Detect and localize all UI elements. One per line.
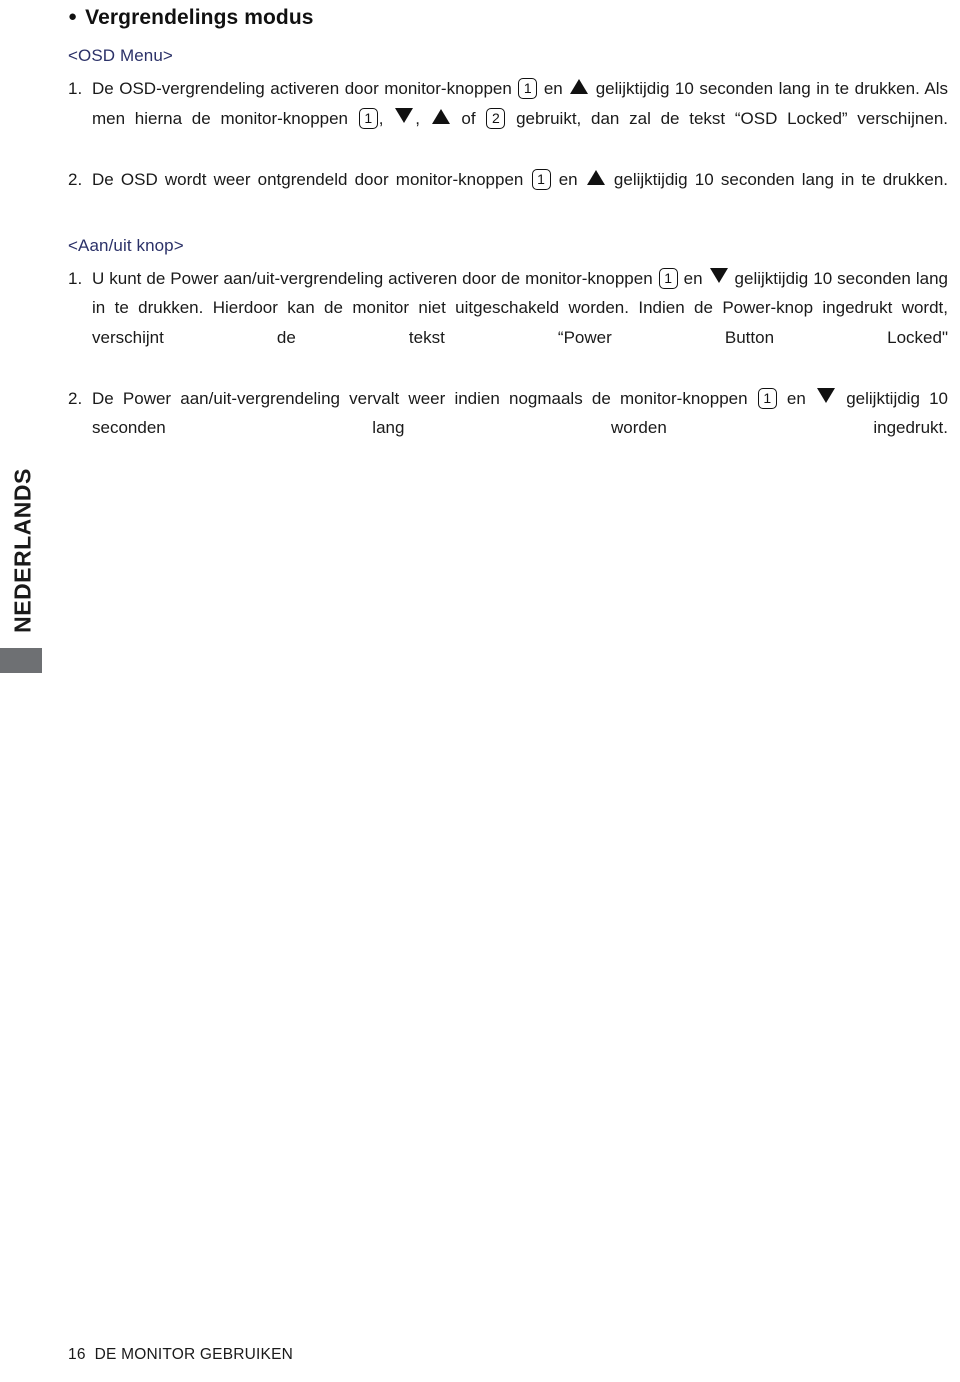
list-item-number: 2.	[68, 169, 83, 189]
list-item-number: 2.	[68, 388, 83, 408]
section-tab-marker	[0, 648, 42, 673]
text-run: De OSD-vergrendeling activeren door moni…	[92, 79, 518, 98]
triangle-up-icon	[570, 79, 589, 94]
instruction-list: 1. De OSD-vergrendeling activeren door mo…	[68, 74, 948, 224]
list-item-text: De Power aan/uit-vergrendeling vervalt w…	[92, 384, 948, 473]
list-item-number: 1.	[68, 79, 83, 98]
page-title-text: Vergrendelings modus	[85, 6, 314, 29]
monitor-button-2-icon: 2	[486, 107, 506, 129]
triangle-down-icon	[817, 387, 836, 403]
text-run: De OSD wordt weer ontgrendeld door monit…	[92, 169, 531, 189]
page-content: ● Vergrendelings modus <OSD Menu> 1. De OS…	[68, 4, 948, 474]
section-heading: <OSD Menu>	[68, 46, 173, 65]
text-run: U kunt de Power aan/uit-vergrendeling ac…	[92, 268, 658, 288]
language-tab-label: NEDERLANDS	[9, 468, 36, 633]
list-item: 1. De OSD-vergrendeling activeren door mo…	[68, 74, 948, 163]
list-item: 2. De OSD wordt weer ontgrendeld door mon…	[68, 165, 948, 224]
monitor-button-1-icon: 1	[531, 168, 551, 190]
monitor-button-1-icon: 1	[757, 387, 777, 409]
text-run: en	[678, 268, 708, 288]
triangle-down-icon	[395, 107, 414, 123]
triangle-up-icon	[586, 169, 605, 185]
bullet-icon: ●	[68, 8, 78, 25]
text-run: ,	[378, 108, 394, 128]
text-run: ,	[415, 108, 430, 128]
list-item-text: De OSD-vergrendeling activeren door moni…	[92, 74, 948, 163]
text-run: en	[777, 388, 816, 408]
text-run: De Power aan/uit-vergrendeling vervalt w…	[92, 388, 757, 408]
text-run: gebruikt, dan zal de tekst “OSD Locked” …	[506, 108, 949, 128]
instruction-list: 1. U kunt de Power aan/uit-vergrendeling …	[68, 264, 948, 473]
document-page: ● Vergrendelings modus <OSD Menu> 1. De OS…	[0, 0, 960, 1382]
monitor-button-1-icon: 1	[518, 78, 538, 99]
triangle-up-icon	[431, 108, 450, 124]
list-item: 2. De Power aan/uit-vergrendeling vervalt…	[68, 384, 948, 473]
text-run: gelijktijdig 10 seconden lang in te druk…	[606, 169, 948, 189]
sections-container: <OSD Menu> 1. De OSD-vergrendeling activer…	[68, 44, 948, 472]
list-item-text: De OSD wordt weer ontgrendeld door monit…	[92, 165, 948, 224]
language-tab: NEDERLANDS	[0, 468, 46, 650]
text-run: of	[451, 108, 486, 128]
monitor-button-1-icon: 1	[358, 107, 378, 129]
list-item-text: U kunt de Power aan/uit-vergrendeling ac…	[92, 264, 948, 382]
list-item: 1. U kunt de Power aan/uit-vergrendeling …	[68, 264, 948, 382]
text-run: en	[538, 79, 569, 98]
text-run: en	[551, 169, 585, 189]
section-heading: <Aan/uit knop>	[68, 235, 184, 255]
list-item-number: 1.	[68, 268, 83, 288]
triangle-down-icon	[709, 267, 728, 283]
monitor-button-1-icon: 1	[658, 267, 678, 289]
page-footer: 16 DE MONITOR GEBRUIKEN	[68, 1346, 294, 1363]
page-title: ● Vergrendelings modus	[68, 4, 948, 34]
